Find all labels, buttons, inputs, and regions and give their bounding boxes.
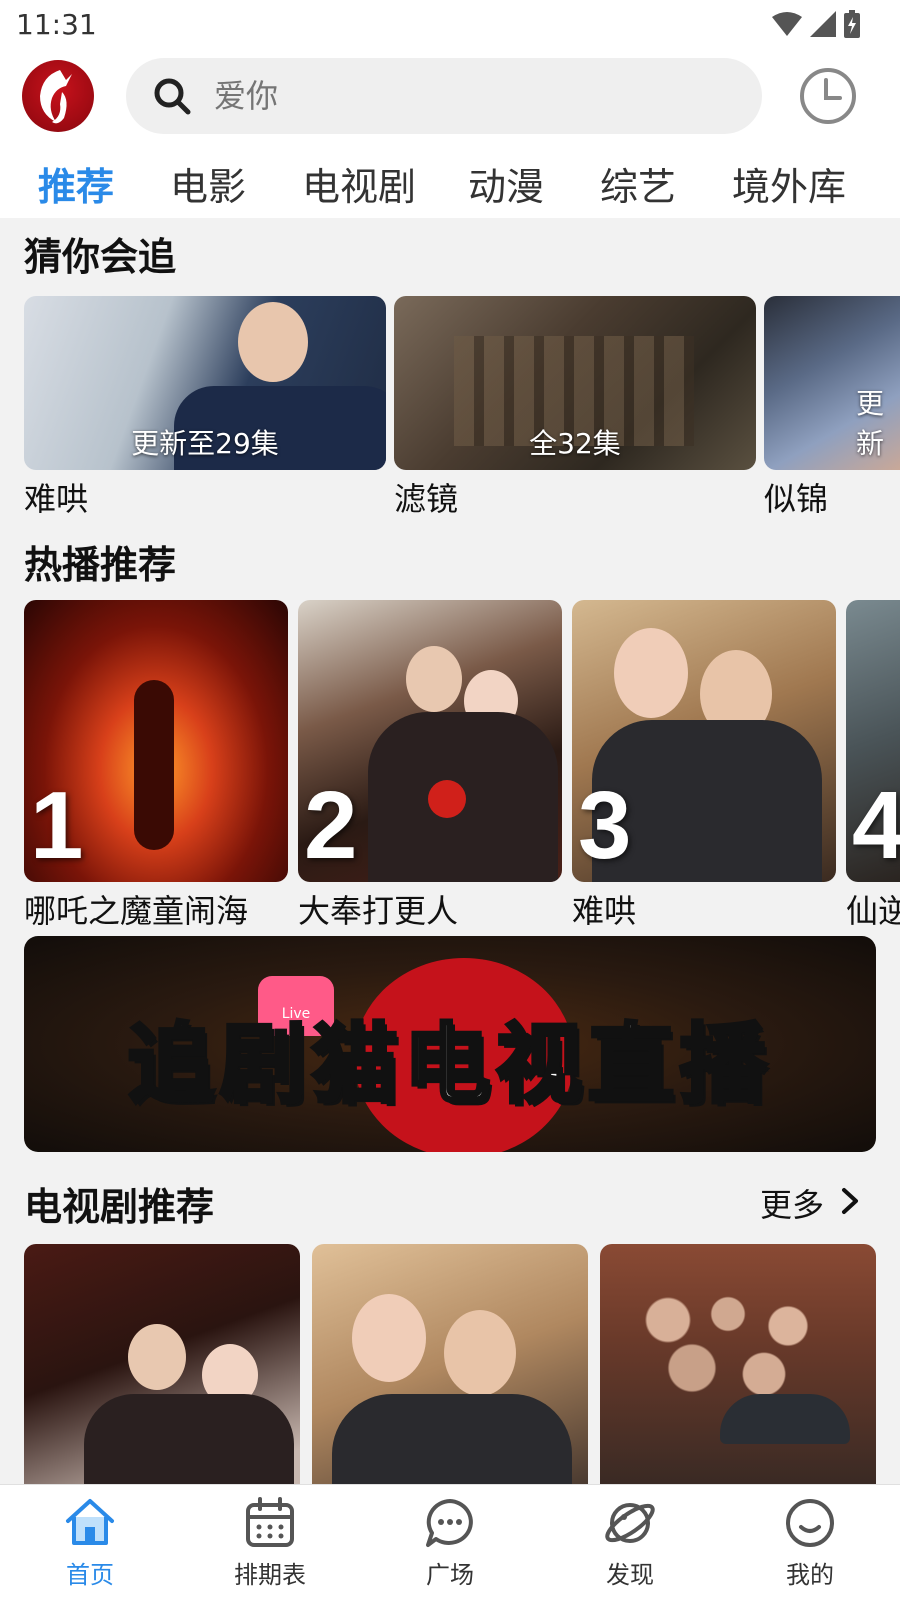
cat-logo-icon bbox=[40, 70, 72, 124]
hot-card-4[interactable]: 4 bbox=[846, 600, 900, 882]
battery-icon bbox=[844, 10, 860, 38]
nav-label: 首页 bbox=[66, 1561, 114, 1589]
status-icons bbox=[772, 10, 860, 38]
thumbnail-detail bbox=[428, 780, 466, 818]
tab-overseas[interactable]: 境外库 bbox=[732, 156, 846, 211]
section-title-hot: 热播推荐 bbox=[24, 543, 177, 587]
thumbnail-figure bbox=[134, 680, 174, 850]
tv-card-2[interactable] bbox=[312, 1244, 588, 1484]
more-link[interactable]: 更多 bbox=[760, 1180, 824, 1226]
top-bar bbox=[0, 50, 900, 142]
rank-number: 1 bbox=[30, 772, 84, 879]
tab-anime[interactable]: 动漫 bbox=[468, 156, 544, 211]
nav-home[interactable]: 首页 bbox=[30, 1495, 150, 1590]
tab-variety[interactable]: 综艺 bbox=[600, 156, 676, 211]
nav-mine[interactable]: 我的 bbox=[750, 1495, 870, 1590]
status-bar: 11:31 bbox=[0, 0, 900, 50]
rank-number: 2 bbox=[304, 772, 358, 879]
calendar-icon bbox=[246, 1497, 294, 1547]
hot-card-3[interactable]: 3 bbox=[572, 600, 836, 882]
hot-card-title-3[interactable]: 难哄 bbox=[572, 886, 636, 932]
category-tabs: 推荐 电影 电视剧 动漫 综艺 境外库 bbox=[0, 142, 900, 218]
search-bar[interactable] bbox=[126, 58, 762, 134]
thumbnail-figure bbox=[238, 302, 308, 382]
status-time: 11:31 bbox=[16, 8, 97, 41]
tab-movies[interactable]: 电影 bbox=[170, 156, 246, 211]
chevron-right-icon[interactable] bbox=[838, 1184, 862, 1218]
thumbnail-figure bbox=[614, 628, 688, 718]
episode-badge: 更新 bbox=[856, 387, 885, 460]
nav-schedule[interactable]: 排期表 bbox=[210, 1495, 330, 1590]
search-icon bbox=[154, 78, 191, 115]
guess-card-1[interactable]: 更新至29集 bbox=[24, 296, 386, 470]
section-title-guess: 猜你会追 bbox=[24, 235, 177, 279]
thumbnail-figure bbox=[128, 1324, 186, 1390]
episode-badge: 更新至29集 bbox=[131, 427, 279, 460]
tv-card-3[interactable] bbox=[600, 1244, 876, 1484]
nav-discover[interactable]: 发现 bbox=[570, 1495, 690, 1590]
nav-label: 我的 bbox=[786, 1561, 834, 1589]
search-input[interactable] bbox=[214, 77, 714, 115]
guess-card-3[interactable]: 更新 bbox=[764, 296, 900, 470]
thumbnail-figure-body bbox=[332, 1394, 572, 1484]
live-tv-banner[interactable]: Live 追剧猫电视直播 bbox=[24, 936, 876, 1152]
thumbnail-figure bbox=[444, 1310, 516, 1396]
hot-card-1[interactable]: 1 bbox=[24, 600, 288, 882]
guess-card-title-2[interactable]: 滤镜 bbox=[394, 474, 458, 520]
nav-label: 广场 bbox=[426, 1561, 474, 1589]
tab-recommend[interactable]: 推荐 bbox=[38, 156, 114, 211]
banner-text: 追剧猫电视直播 bbox=[126, 1013, 772, 1117]
thumbnail-figure bbox=[406, 646, 462, 712]
signal-icon bbox=[810, 11, 836, 37]
planet-icon bbox=[605, 1503, 655, 1543]
thumbnail-figure bbox=[352, 1294, 426, 1382]
rank-number: 4 bbox=[852, 772, 900, 879]
guess-card-title-1[interactable]: 难哄 bbox=[24, 474, 88, 520]
nav-plaza[interactable]: 广场 bbox=[390, 1495, 510, 1590]
thumbnail-figure-body bbox=[84, 1394, 294, 1484]
bottom-nav: 首页 排期表 广场 发现 我的 bbox=[0, 1484, 900, 1600]
history-clock-icon[interactable] bbox=[798, 66, 858, 126]
guess-card-title-3[interactable]: 似锦 bbox=[764, 474, 828, 520]
tab-tv-series[interactable]: 电视剧 bbox=[302, 156, 416, 211]
chat-icon bbox=[426, 1499, 473, 1547]
smile-icon bbox=[786, 1499, 834, 1547]
wifi-icon bbox=[772, 12, 802, 36]
rank-number: 3 bbox=[578, 772, 632, 879]
hot-card-2[interactable]: 2 bbox=[298, 600, 562, 882]
hot-card-title-4[interactable]: 仙逆 bbox=[846, 886, 900, 932]
nav-label: 发现 bbox=[606, 1561, 654, 1589]
app-logo[interactable] bbox=[22, 60, 94, 132]
section-title-tv: 电视剧推荐 bbox=[24, 1185, 215, 1229]
home-icon bbox=[66, 1499, 114, 1545]
thumbnail-detail bbox=[720, 1394, 850, 1444]
nav-label: 排期表 bbox=[234, 1561, 306, 1589]
episode-badge: 全32集 bbox=[529, 427, 621, 460]
guess-card-2[interactable]: 全32集 bbox=[394, 296, 756, 470]
tv-card-1[interactable] bbox=[24, 1244, 300, 1484]
hot-card-title-2[interactable]: 大奉打更人 bbox=[298, 886, 458, 932]
thumbnail-crowd bbox=[620, 1284, 860, 1404]
hot-card-title-1[interactable]: 哪吒之魔童闹海 bbox=[24, 886, 248, 932]
